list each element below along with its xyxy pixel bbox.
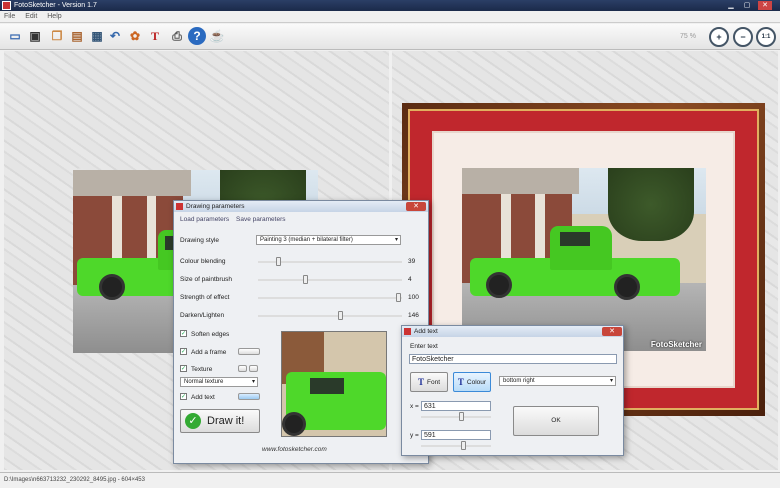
position-select[interactable]: bottom right [499, 376, 616, 386]
save-icon[interactable]: ▣ [26, 27, 44, 45]
menu-help[interactable]: Help [43, 11, 65, 22]
slider-thumb[interactable] [303, 275, 308, 284]
print-icon[interactable]: ⎙ [168, 27, 186, 45]
slider-value: 100 [408, 294, 419, 301]
slider-label: Colour blending [180, 258, 226, 265]
x-label: x = [410, 403, 419, 410]
slider-value: 4 [408, 276, 412, 283]
texture-checkbox[interactable]: ✓ [180, 365, 187, 372]
add-text-checkbox[interactable]: ✓ [180, 393, 187, 400]
ok-button[interactable]: OK [513, 406, 599, 436]
drawing-style-select[interactable]: Painting 3 (median + bilateral filter) [256, 235, 401, 245]
texture-next-button[interactable] [249, 365, 258, 372]
texture-prev-button[interactable] [238, 365, 247, 372]
dialog-title: Add text [402, 326, 623, 337]
font-button[interactable]: T Font [410, 372, 448, 392]
slider-thumb[interactable] [338, 311, 343, 320]
help-icon[interactable]: ? [188, 27, 206, 45]
palette-icon[interactable]: ✿ [126, 27, 144, 45]
add-frame-label: Add a frame [191, 349, 227, 356]
title-bar: FotoSketcher - Version 1.7 [0, 0, 780, 11]
load-parameters-link[interactable]: Load parameters [180, 216, 229, 223]
slider-value: 146 [408, 312, 419, 319]
status-path: D:\Images\n663713232_230292_8495.jpg - 6… [4, 477, 145, 483]
undo-icon[interactable]: ↶ [106, 27, 124, 45]
soften-edges-label: Soften edges [191, 331, 230, 338]
drawing-parameters-dialog: Drawing parameters ✕ Load parameters Sav… [173, 200, 429, 464]
drawing-style-label: Drawing style [180, 237, 220, 244]
draw-it-label: Draw it! [207, 415, 245, 427]
zoom-out-icon[interactable]: − [733, 27, 753, 47]
save-parameters-link[interactable]: Save parameters [236, 216, 286, 223]
x-input[interactable]: 631 [421, 401, 491, 411]
slider-label: Size of paintbrush [180, 276, 233, 283]
paintbrush-size-slider[interactable] [258, 279, 402, 281]
dialog-icon [404, 328, 411, 335]
colour-button[interactable]: T Colour [453, 372, 491, 392]
slider-label: Strength of effect [180, 294, 230, 301]
scan-icon[interactable]: ▦ [88, 27, 106, 45]
app-icon [2, 1, 11, 10]
zoom-reset-icon[interactable]: 1:1 [756, 27, 776, 47]
add-text-label: Add text [191, 394, 215, 401]
x-slider[interactable] [421, 416, 491, 418]
slider-value: 39 [408, 258, 416, 265]
slider-thumb[interactable] [396, 293, 401, 302]
paste-icon[interactable]: ▤ [68, 27, 86, 45]
texture-label: Texture [191, 366, 213, 373]
menu-file[interactable]: File [0, 11, 19, 22]
zoom-level: 75 % [680, 33, 696, 40]
strength-slider[interactable] [258, 297, 402, 299]
y-label: y = [410, 432, 419, 439]
slider-label: Darken/Lighten [180, 312, 225, 319]
zoom-in-icon[interactable]: + [709, 27, 729, 47]
toolbar: ▭ ▣ ❐ ▤ ▦ ↶ ✿ T ⎙ ? ☕ + − 1:1 [0, 24, 780, 50]
check-icon: ✓ [185, 413, 201, 429]
y-input[interactable]: 591 [421, 430, 491, 440]
soften-edges-checkbox[interactable]: ✓ [180, 330, 187, 337]
window-title: FotoSketcher - Version 1.7 [14, 2, 97, 9]
menu-edit[interactable]: Edit [21, 11, 41, 22]
status-bar: D:\Images\n663713232_230292_8495.jpg - 6… [0, 472, 780, 488]
text-input[interactable]: FotoSketcher [409, 354, 617, 364]
text-options-button[interactable] [238, 393, 260, 400]
y-slider[interactable] [421, 445, 491, 447]
minimize-button[interactable]: ▁ [724, 1, 738, 10]
slider-thumb[interactable] [459, 412, 464, 421]
colour-icon: T [457, 377, 464, 387]
dialog-icon [176, 203, 183, 210]
close-button[interactable]: ✕ [602, 327, 622, 336]
maximize-button[interactable]: ▢ [740, 1, 754, 10]
font-label: Font [427, 378, 441, 386]
slider-thumb[interactable] [276, 257, 281, 266]
text-icon[interactable]: T [146, 27, 164, 45]
website-link[interactable]: www.fotosketcher.com [262, 446, 327, 453]
dialog-title: Drawing parameters [174, 201, 428, 212]
copy-icon[interactable]: ❐ [48, 27, 66, 45]
font-icon: T [417, 377, 424, 387]
darken-lighten-slider[interactable] [258, 315, 402, 317]
add-text-dialog: Add text ✕ Enter text FotoSketcher T Fon… [401, 325, 624, 456]
add-frame-checkbox[interactable]: ✓ [180, 348, 187, 355]
folder-open-icon[interactable]: ▭ [6, 27, 24, 45]
colour-label: Colour [466, 378, 487, 386]
close-button[interactable]: ✕ [406, 202, 426, 211]
draw-it-button[interactable]: ✓ Draw it! [180, 409, 260, 433]
coffee-icon[interactable]: ☕ [208, 27, 226, 45]
frame-options-button[interactable] [238, 348, 260, 355]
texture-select[interactable]: Normal texture [180, 377, 258, 387]
menu-bar: File Edit Help [0, 11, 780, 23]
enter-text-label: Enter text [410, 343, 438, 350]
close-window-button[interactable]: ✕ [758, 1, 772, 10]
preview-image [281, 331, 387, 437]
watermark-text: FotoSketcher [650, 340, 702, 349]
slider-thumb[interactable] [461, 441, 466, 450]
result-image: FotoSketcher [462, 168, 706, 351]
